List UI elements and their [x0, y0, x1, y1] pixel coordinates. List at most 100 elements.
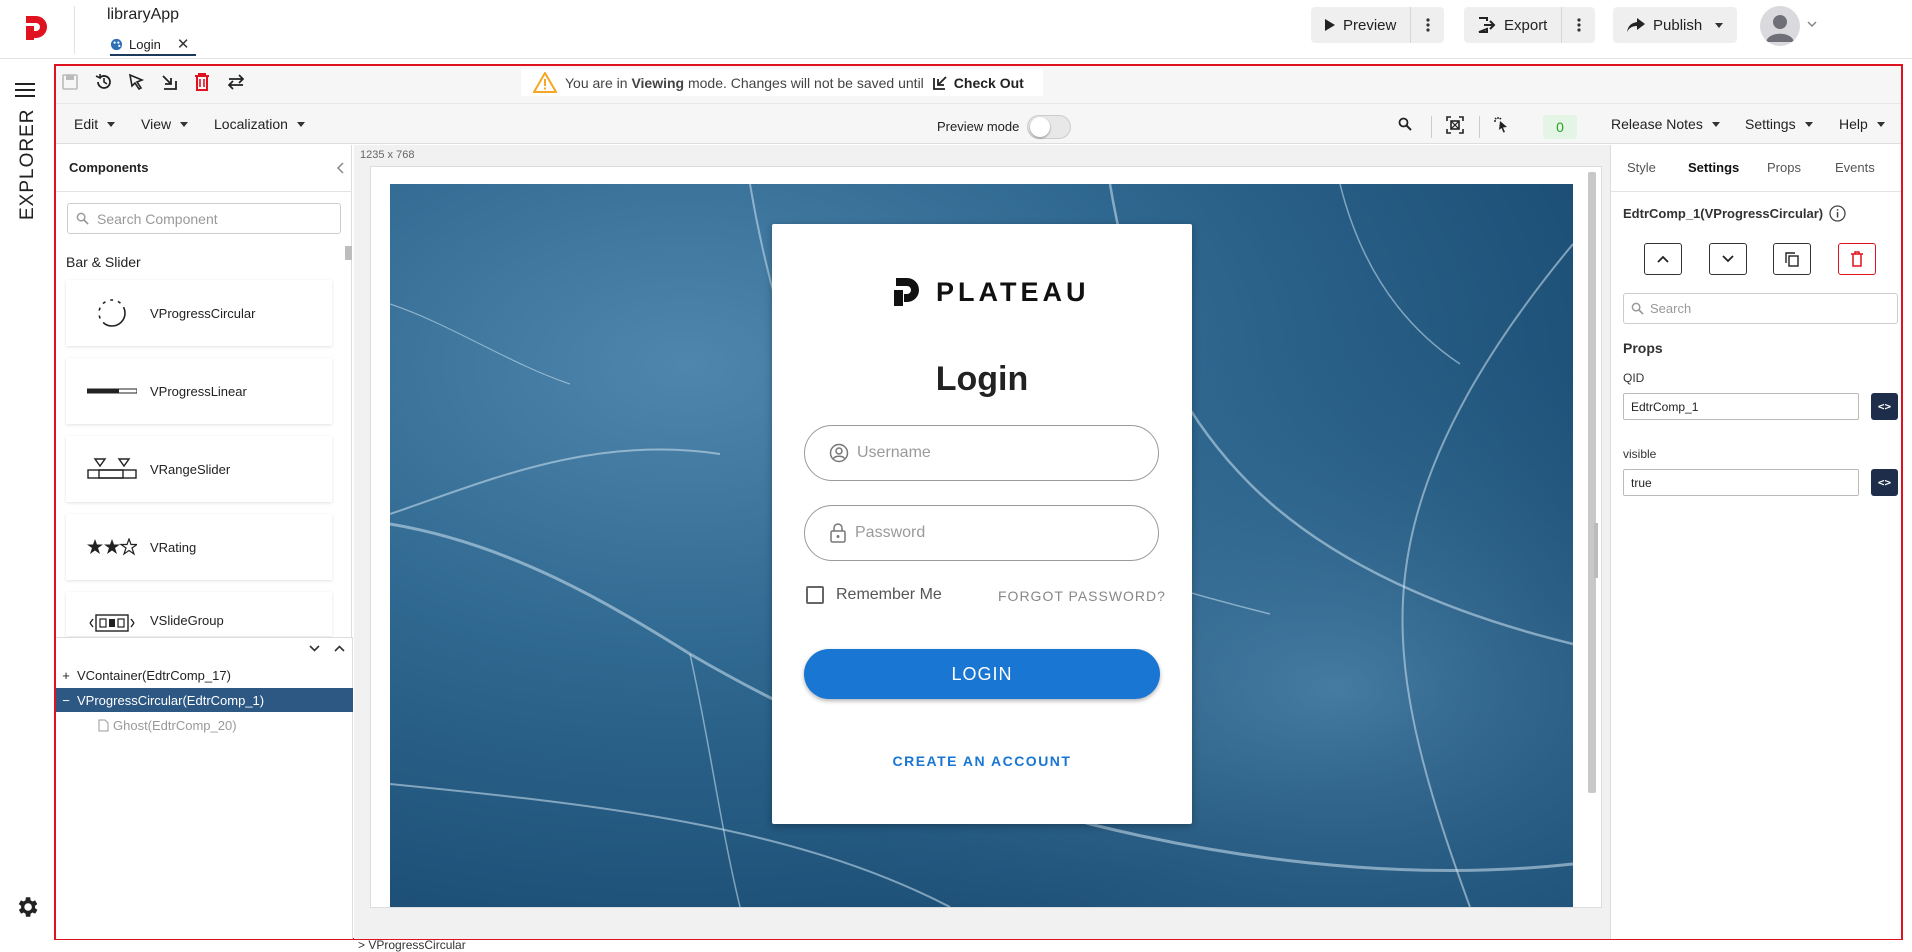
- top-bar: libraryApp Login ✕ Preview Export Publis…: [0, 0, 1912, 59]
- chevron-down-icon: [1722, 255, 1734, 263]
- range-slider-icon: [86, 454, 138, 484]
- menu-settings[interactable]: Settings: [1745, 116, 1813, 132]
- username-input[interactable]: Username: [804, 425, 1159, 481]
- preview-mode-label: Preview mode: [937, 119, 1020, 134]
- lock-icon: [829, 523, 847, 543]
- login-button[interactable]: LOGIN: [804, 649, 1160, 699]
- hamburger-menu-icon[interactable]: [15, 82, 35, 98]
- duplicate-button[interactable]: [1773, 243, 1811, 275]
- publish-button-group: Publish: [1613, 7, 1738, 43]
- visible-code-binding-button[interactable]: <>: [1871, 469, 1898, 496]
- divider: [1611, 191, 1901, 192]
- remember-me-checkbox[interactable]: Remember Me: [806, 586, 942, 604]
- divider: [1431, 116, 1432, 138]
- delete-icon[interactable]: [193, 72, 213, 92]
- password-input[interactable]: Password: [804, 505, 1159, 561]
- warning-icon: [533, 72, 557, 93]
- tree-row[interactable]: + VContainer(EdtrComp_17): [56, 663, 353, 687]
- menu-view[interactable]: View: [141, 116, 189, 132]
- qid-code-binding-button[interactable]: <>: [1871, 393, 1898, 420]
- rating-stars-icon: [86, 532, 138, 562]
- export-label: Export: [1504, 16, 1548, 34]
- preview-more-button[interactable]: [1410, 7, 1444, 43]
- palette-icon: [110, 38, 123, 51]
- focus-frame-icon[interactable]: [1446, 116, 1464, 134]
- app-logo-icon[interactable]: [20, 13, 50, 43]
- component-label: VProgressLinear: [150, 383, 247, 399]
- canvas-size-label: 1235 x 768: [360, 149, 415, 161]
- checkout-icon: [932, 75, 948, 91]
- gear-icon[interactable]: [14, 894, 40, 920]
- component-search-input[interactable]: Search Component: [67, 203, 341, 234]
- toggle-knob: [1030, 117, 1050, 137]
- file-icon: [98, 719, 109, 732]
- more-vert-icon: [1426, 18, 1430, 32]
- tab-settings[interactable]: Settings: [1688, 160, 1739, 175]
- export-more-button[interactable]: [1561, 7, 1595, 43]
- play-icon: [1325, 19, 1335, 31]
- component-card-vprogresscircular[interactable]: VProgressCircular: [66, 280, 332, 346]
- component-card-vprogresslinear[interactable]: VProgressLinear: [66, 358, 332, 424]
- remember-me-label: Remember Me: [836, 586, 942, 603]
- menu-help-label: Help: [1839, 116, 1868, 132]
- forgot-password-link[interactable]: FORGOT PASSWORD?: [998, 588, 1166, 604]
- close-icon[interactable]: ✕: [177, 35, 190, 53]
- menu-edit[interactable]: Edit: [74, 116, 116, 132]
- component-card-vrangeslider[interactable]: VRangeSlider: [66, 436, 332, 502]
- collapse-panel-icon[interactable]: [336, 162, 344, 174]
- checkin-icon[interactable]: [160, 72, 180, 92]
- checkbox-box[interactable]: [806, 586, 824, 604]
- avatar[interactable]: [1760, 6, 1800, 46]
- username-placeholder: Username: [857, 444, 931, 461]
- create-account-link[interactable]: CREATE AN ACCOUNT: [772, 753, 1192, 769]
- chevron-down-icon: [180, 121, 189, 127]
- swap-icon[interactable]: [226, 72, 246, 92]
- delete-component-button[interactable]: [1838, 243, 1876, 275]
- click-pointer-icon[interactable]: [1493, 116, 1511, 134]
- info-icon[interactable]: [1829, 205, 1846, 222]
- chevron-up-icon[interactable]: [334, 645, 345, 652]
- login-title: Login: [935, 360, 1029, 398]
- tree-row-selected[interactable]: − VProgressCircular(EdtrComp_1): [56, 688, 353, 712]
- tree-expand-toggle[interactable]: +: [58, 668, 74, 683]
- tree-row[interactable]: Ghost(EdtrComp_20): [56, 713, 353, 737]
- qid-input[interactable]: EdtrComp_1: [1623, 393, 1859, 420]
- share-arrow-icon: [1627, 18, 1645, 32]
- tree-row-label: VContainer(EdtrComp_17): [77, 667, 231, 683]
- panel-resize-handle[interactable]: [1594, 523, 1598, 578]
- props-search-input[interactable]: Search: [1623, 293, 1898, 324]
- chevron-down-icon[interactable]: [309, 645, 320, 652]
- components-scrollbar[interactable]: [345, 246, 352, 260]
- export-icon: [1478, 17, 1496, 33]
- visible-input[interactable]: true: [1623, 469, 1859, 496]
- search-icon[interactable]: [1398, 117, 1412, 131]
- menu-release-notes[interactable]: Release Notes: [1611, 116, 1720, 132]
- publish-button[interactable]: Publish: [1613, 7, 1737, 43]
- banner-mode: Viewing: [631, 74, 685, 91]
- preview-mode-toggle[interactable]: [1027, 115, 1071, 139]
- component-title-text: EdtrComp_1(VProgressCircular): [1623, 206, 1824, 221]
- tree-collapse-toggle[interactable]: −: [58, 693, 74, 708]
- chevron-down-icon[interactable]: [1807, 21, 1817, 27]
- tab-style[interactable]: Style: [1627, 160, 1656, 175]
- canvas-scrollbar[interactable]: [1588, 172, 1596, 793]
- checkout-link[interactable]: Check Out: [932, 75, 1024, 91]
- move-up-button[interactable]: [1644, 243, 1682, 275]
- history-icon[interactable]: [94, 72, 114, 92]
- plateau-logo: PLATEAU: [892, 276, 1090, 308]
- checkout-label: Check Out: [953, 74, 1024, 91]
- cursor-select-icon[interactable]: [127, 72, 147, 92]
- save-icon[interactable]: [61, 73, 81, 93]
- preview-button[interactable]: Preview: [1311, 7, 1410, 43]
- menu-localization[interactable]: Localization: [214, 116, 305, 132]
- component-card-vrating[interactable]: VRating: [66, 514, 332, 580]
- tab-props[interactable]: Props: [1767, 160, 1801, 175]
- menu-help[interactable]: Help: [1839, 116, 1885, 132]
- explorer-toggle[interactable]: EXPLORER: [13, 109, 41, 224]
- component-card-vslidegroup[interactable]: VSlideGroup: [66, 592, 332, 636]
- move-down-button[interactable]: [1709, 243, 1747, 275]
- tab-events[interactable]: Events: [1835, 160, 1875, 175]
- export-button[interactable]: Export: [1464, 7, 1561, 43]
- slide-group-icon: [86, 613, 138, 633]
- file-tab-login[interactable]: Login ✕: [110, 33, 189, 55]
